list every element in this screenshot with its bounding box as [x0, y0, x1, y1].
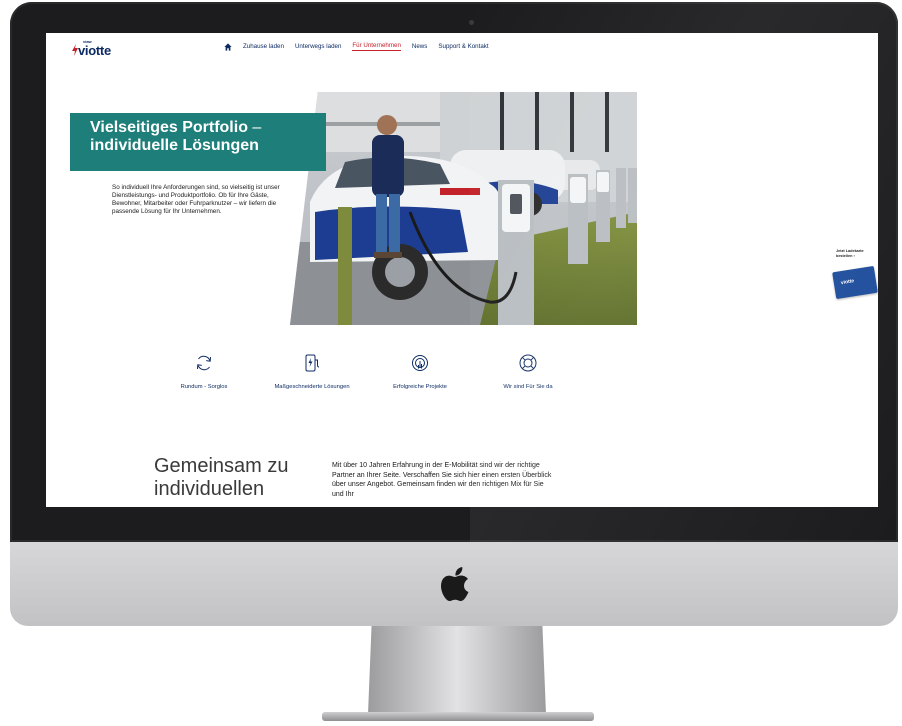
feature-label: Wir sind Für Sie da: [503, 384, 553, 390]
nav-item-unterwegs-laden[interactable]: Unterwegs laden: [295, 43, 341, 50]
nav-item-support-kontakt[interactable]: Support & Kontakt: [438, 43, 488, 50]
brand-logo[interactable]: viaw viotte: [72, 39, 134, 58]
monitor-foot: [322, 712, 594, 721]
feature-rundum-sorglos[interactable]: Rundum - Sorglos: [154, 353, 254, 390]
feature-massgeschneiderte-loesungen[interactable]: Maßgeschneiderte Lösungen: [262, 353, 362, 390]
logo-word: viotte: [78, 43, 111, 58]
main-menu: Zuhause laden Unterwegs laden Für Untern…: [224, 42, 489, 51]
feature-wir-sind-fuer-sie-da[interactable]: Wir sind Für Sie da: [478, 353, 578, 390]
feature-label: Erfolgreiche Projekte: [393, 384, 447, 390]
ev-charging-illustration: [290, 92, 637, 325]
feature-label: Rundum - Sorglos: [180, 384, 228, 390]
camera-dot: [469, 20, 474, 25]
imac-mockup: viaw viotte Zuhause laden Unterwegs lade…: [0, 0, 902, 726]
card-logo-word: viotte: [840, 278, 855, 287]
hero-title-line1: Vielseitiges Portfolio: [90, 119, 248, 136]
feature-row: Rundum - Sorglos Maßgeschneiderte Lösung…: [154, 353, 574, 403]
nav-item-news[interactable]: News: [412, 43, 427, 50]
home-icon[interactable]: [224, 42, 232, 51]
order-charging-card-widget[interactable]: Jetzt Ladekarte bestellen › viotte: [832, 246, 878, 310]
website-screen: viaw viotte Zuhause laden Unterwegs lade…: [46, 33, 878, 507]
charging-station-icon: [305, 354, 320, 372]
feature-erfolgreiche-projekte[interactable]: Erfolgreiche Projekte: [370, 353, 470, 390]
touch-icon: [412, 355, 428, 371]
hero-description: So individuell Ihre Anforderungen sind, …: [112, 184, 280, 215]
section-text: Mit über 10 Jahren Erfahrung in der E-Mo…: [332, 462, 552, 498]
hero-title-dash: –: [247, 119, 262, 136]
nav-item-fuer-unternehmen[interactable]: Für Unternehmen: [352, 42, 401, 51]
feature-label: Maßgeschneiderte Lösungen: [274, 384, 350, 390]
refresh-icon: [197, 355, 211, 371]
nav-item-zuhause-laden[interactable]: Zuhause laden: [243, 43, 284, 50]
monitor-stand: [368, 626, 546, 714]
section-title: Gemeinsam zu individuellen: [154, 455, 289, 500]
hero-image-ev-charging: [290, 92, 637, 325]
top-navigation: viaw viotte Zuhause laden Unterwegs lade…: [46, 33, 878, 61]
hero-title: Vielseitiges Portfolio – individuelle Lö…: [90, 119, 320, 155]
apple-logo-icon: [441, 567, 469, 601]
lifebuoy-icon: [519, 354, 537, 372]
charging-card-image: viotte: [832, 265, 878, 300]
order-card-text: Jetzt Ladekarte bestellen ›: [836, 249, 864, 258]
hero-title-line2: individuelle Lösungen: [90, 137, 259, 154]
